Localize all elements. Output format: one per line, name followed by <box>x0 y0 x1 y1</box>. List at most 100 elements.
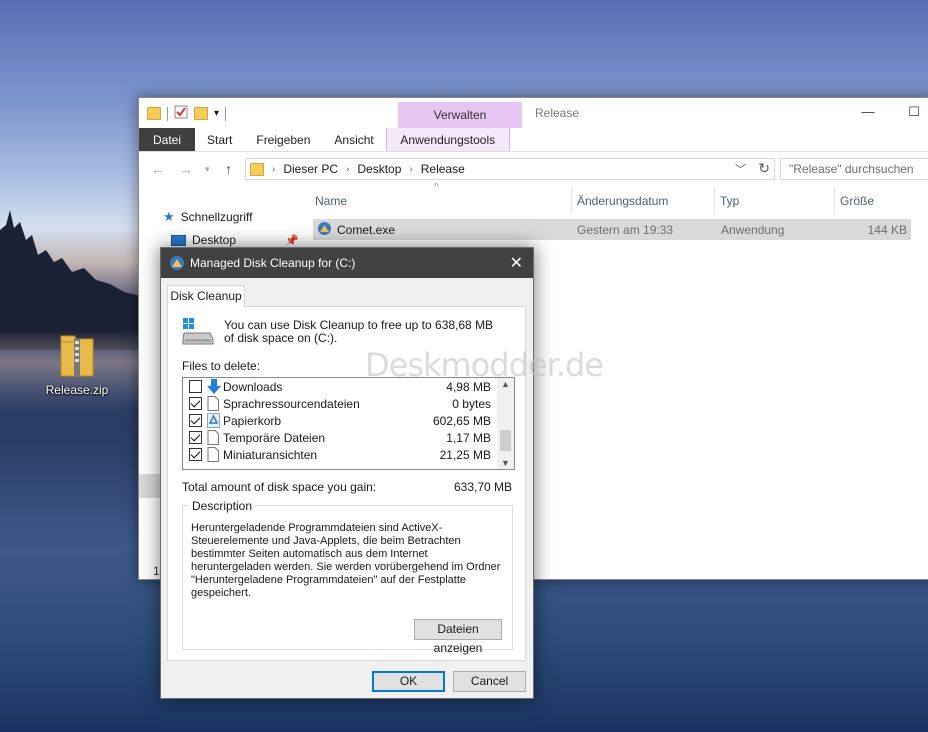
drive-icon <box>182 317 214 348</box>
breadcrumb-desktop[interactable]: Desktop <box>357 162 401 176</box>
scrollbar[interactable]: ▲ ▼ <box>497 378 514 469</box>
back-icon[interactable]: ← <box>151 161 165 177</box>
chevron-down-icon[interactable]: ﹀ <box>735 161 746 177</box>
new-folder-icon[interactable] <box>194 107 208 120</box>
tab-ansicht[interactable]: Ansicht <box>322 128 385 151</box>
download-arrow-icon <box>207 379 221 394</box>
chevron-right-icon: › <box>272 163 276 175</box>
toolbar-separator <box>225 106 227 121</box>
sort-up-icon: ^ <box>434 182 439 193</box>
total-space-label: Total amount of disk space you gain: <box>182 480 377 494</box>
ok-button[interactable]: OK <box>372 671 445 692</box>
status-item-count: 1 <box>153 564 160 578</box>
list-item[interactable]: Temporäre Dateien 1,17 MB <box>183 429 499 446</box>
tab-freigeben[interactable]: Freigeben <box>244 128 322 151</box>
disk-cleanup-icon <box>169 255 185 274</box>
table-row[interactable]: Comet.exe Gestern am 19:33 Anwendung 144… <box>313 219 911 240</box>
nav-desktop[interactable]: Desktop 📌 <box>171 233 299 247</box>
tab-start[interactable]: Start <box>195 128 244 151</box>
context-tab-header: Verwalten <box>398 102 522 128</box>
minimize-icon[interactable]: — <box>845 98 891 128</box>
scroll-down-icon[interactable]: ▼ <box>501 458 510 468</box>
forward-icon[interactable]: → <box>179 161 193 177</box>
dialog-title: Managed Disk Cleanup for (C:) <box>190 256 356 270</box>
column-separator[interactable] <box>571 188 572 214</box>
ribbon-tabs: Datei Start Freigeben Ansicht Anwendungs… <box>139 128 928 152</box>
show-files-button[interactable]: Dateien anzeigen <box>414 619 502 655</box>
recycle-bin-icon <box>207 413 220 428</box>
tab-datei[interactable]: Datei <box>139 128 196 151</box>
file-icon <box>207 447 219 462</box>
address-row: ← → ▾ ↑ › Dieser PC › Desktop › Release … <box>139 152 928 185</box>
temp-files-checkbox[interactable] <box>189 431 202 444</box>
up-icon[interactable]: ↑ <box>225 161 232 177</box>
thumbnails-checkbox[interactable] <box>189 448 202 461</box>
papierkorb-checkbox[interactable] <box>189 414 202 427</box>
list-item-size: 1,17 MB <box>446 431 491 445</box>
list-item-size: 21,25 MB <box>439 448 491 462</box>
column-type[interactable]: Typ <box>720 194 739 208</box>
file-icon <box>207 396 219 411</box>
watermark: Deskmodder.de <box>365 346 604 384</box>
window-controls: — ☐ <box>845 98 928 128</box>
desktop-icon-release-zip[interactable]: Release.zip <box>44 335 110 397</box>
file-date: Gestern am 19:33 <box>577 223 674 237</box>
file-size: 144 KB <box>867 223 907 237</box>
close-icon[interactable]: ✕ <box>510 253 523 273</box>
list-item[interactable]: Papierkorb 602,65 MB <box>183 412 499 429</box>
list-item-name: Downloads <box>223 380 283 394</box>
address-bar[interactable]: › Dieser PC › Desktop › Release ﹀ ↻ <box>245 158 775 180</box>
recent-locations-icon[interactable]: ▾ <box>205 164 210 175</box>
customize-qat-icon[interactable]: ▾ <box>214 108 219 119</box>
refresh-icon[interactable]: ↻ <box>758 160 770 177</box>
list-item[interactable]: Miniaturansichten 21,25 MB <box>183 446 499 463</box>
column-separator[interactable] <box>714 188 715 214</box>
downloads-checkbox[interactable] <box>189 380 202 393</box>
list-item-name: Sprachressourcendateien <box>223 397 360 411</box>
list-item-name: Papierkorb <box>223 414 282 428</box>
list-item-name: Temporäre Dateien <box>223 431 326 445</box>
nav-quick-access[interactable]: ★ Schnellzugriff <box>163 209 252 225</box>
column-name[interactable]: Name <box>315 194 347 208</box>
folder-icon[interactable] <box>147 107 161 120</box>
files-to-delete-list[interactable]: Downloads 4,98 MB Sprachressourcendateie… <box>182 377 515 470</box>
breadcrumb-release[interactable]: Release <box>421 162 465 176</box>
description-text: Heruntergeladende Programmdateien sind A… <box>191 522 501 599</box>
explorer-titlebar: ▾ Verwalten Release — ☐ <box>139 98 928 128</box>
file-type: Anwendung <box>721 223 785 237</box>
total-space-value: 633,70 MB <box>454 480 513 494</box>
desktop-icon <box>171 234 186 246</box>
column-date[interactable]: Änderungsdatum <box>577 194 668 208</box>
star-icon: ★ <box>163 209 175 224</box>
list-item-size: 0 bytes <box>452 397 491 411</box>
file-name: Comet.exe <box>337 223 396 237</box>
description-group: Description Heruntergeladende Programmda… <box>182 499 513 655</box>
quick-access-toolbar: ▾ <box>147 105 227 122</box>
desktop-trees-silhouette <box>0 210 140 350</box>
list-item-size: 602,65 MB <box>432 414 491 428</box>
nav-selected-item[interactable] <box>139 474 161 498</box>
files-to-delete-label: Files to delete: <box>182 359 261 373</box>
cancel-button[interactable]: Cancel <box>453 671 526 692</box>
list-item-name: Miniaturansichten <box>223 448 318 462</box>
pin-icon[interactable]: 📌 <box>285 234 299 247</box>
desktop-icon-label: Release.zip <box>45 383 109 397</box>
app-icon <box>317 221 332 239</box>
maximize-icon[interactable]: ☐ <box>891 98 928 128</box>
intro-text: You can use Disk Cleanup to free up to 6… <box>224 318 494 345</box>
search-input[interactable]: "Release" durchsuchen <box>780 158 928 180</box>
chevron-right-icon: › <box>346 163 350 175</box>
breadcrumb-dieser-pc[interactable]: Dieser PC <box>283 162 338 176</box>
tab-disk-cleanup[interactable]: Disk Cleanup <box>167 285 245 307</box>
disk-cleanup-dialog: Managed Disk Cleanup for (C:) ✕ Disk Cle… <box>160 247 534 699</box>
zip-folder-icon <box>60 335 94 377</box>
column-separator[interactable] <box>834 188 835 214</box>
column-size[interactable]: Größe <box>840 194 874 208</box>
properties-icon[interactable] <box>174 105 188 122</box>
column-headers: ^ Name Änderungsdatum Typ Größe <box>309 182 928 214</box>
tab-anwendungstools[interactable]: Anwendungstools <box>385 128 510 151</box>
scrollbar-thumb[interactable] <box>500 430 511 451</box>
description-legend: Description <box>189 499 256 513</box>
sprachressourcen-checkbox[interactable] <box>189 397 202 410</box>
list-item[interactable]: Sprachressourcendateien 0 bytes <box>183 395 499 412</box>
